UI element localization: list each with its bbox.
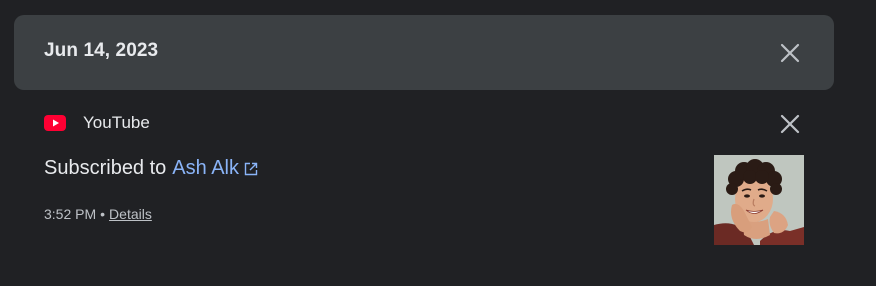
activity-title: Subscribed to Ash Alk <box>44 157 259 180</box>
open-in-new-icon <box>244 162 258 175</box>
product-name: YouTube <box>83 113 150 132</box>
channel-avatar-image <box>714 155 804 245</box>
activity-time: 3:52 PM <box>44 206 97 222</box>
separator-dot: • <box>100 206 106 222</box>
channel-name: Ash Alk <box>172 157 239 179</box>
date-heading: Jun 14, 2023 <box>44 40 159 61</box>
activity-action: Subscribed to <box>44 157 167 179</box>
delete-day-button[interactable] <box>778 41 802 65</box>
close-icon <box>780 43 800 63</box>
delete-item-button[interactable] <box>778 112 802 136</box>
activity-item: YouTube Subscribed to Ash Alk 3:52 PM • De… <box>0 100 876 260</box>
channel-link[interactable]: Ash Alk <box>172 157 259 180</box>
product-header: YouTube <box>44 112 150 134</box>
date-header-card: Jun 14, 2023 <box>14 15 834 90</box>
activity-meta: 3:52 PM • Details <box>44 206 152 222</box>
channel-thumbnail[interactable] <box>714 155 804 245</box>
close-icon <box>780 114 800 134</box>
details-link[interactable]: Details <box>109 206 152 222</box>
youtube-icon <box>44 115 66 131</box>
